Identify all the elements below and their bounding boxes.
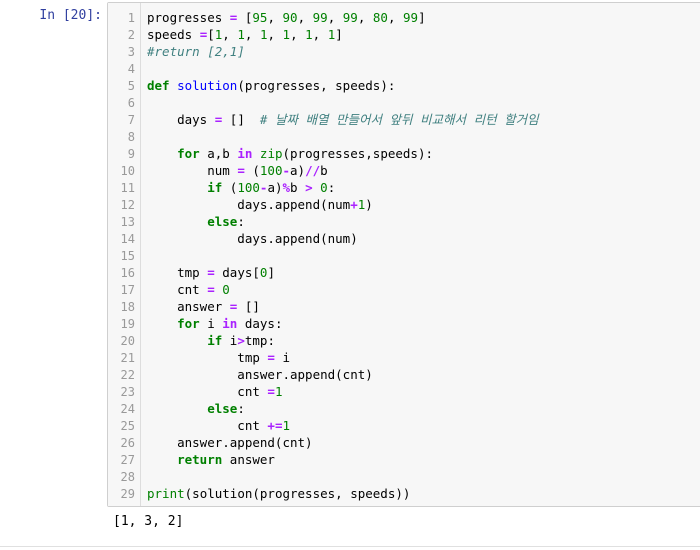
line-number: 19: [120, 317, 135, 331]
code-line[interactable]: 5 def solution(progresses, speeds):: [108, 77, 700, 94]
code-line[interactable]: 4: [108, 60, 700, 77]
line-number: 16: [120, 266, 135, 280]
code-line[interactable]: 29 print(solution(progresses, speeds)): [108, 485, 700, 502]
line-number: 29: [120, 487, 135, 501]
line-number: 12: [120, 198, 135, 212]
line-number: 2: [127, 28, 135, 42]
code-line[interactable]: 17 cnt = 0: [108, 281, 700, 298]
line-number: 7: [127, 113, 135, 127]
code-line[interactable]: 20 if i>tmp:: [108, 332, 700, 349]
code-cell[interactable]: 1 progresses = [95, 90, 99, 99, 80, 99] 2…: [107, 2, 700, 507]
code-line[interactable]: 25 cnt +=1: [108, 417, 700, 434]
code-line[interactable]: 8: [108, 128, 700, 145]
code-line[interactable]: 19 for i in days:: [108, 315, 700, 332]
code-line[interactable]: 1 progresses = [95, 90, 99, 99, 80, 99]: [108, 9, 700, 26]
line-number: 13: [120, 215, 135, 229]
code-line[interactable]: 16 tmp = days[0]: [108, 264, 700, 281]
code-line[interactable]: 26 answer.append(cnt): [108, 434, 700, 451]
code-line[interactable]: 14 days.append(num): [108, 230, 700, 247]
line-number: 27: [120, 453, 135, 467]
line-number: 18: [120, 300, 135, 314]
code-line[interactable]: 6: [108, 94, 700, 111]
line-number: 9: [127, 147, 135, 161]
code-line[interactable]: 13 else:: [108, 213, 700, 230]
code-line[interactable]: 18 answer = []: [108, 298, 700, 315]
line-number: 26: [120, 436, 135, 450]
line-number: 21: [120, 351, 135, 365]
line-number: 10: [120, 164, 135, 178]
line-number: 4: [127, 62, 135, 76]
line-number: 17: [120, 283, 135, 297]
code-line[interactable]: 27 return answer: [108, 451, 700, 468]
code-line[interactable]: 7 days = [] # 날짜 배열 만들어서 앞뒤 비교해서 리턴 할거임: [108, 111, 700, 128]
cell-divider: [0, 546, 700, 547]
code-line[interactable]: 15: [108, 247, 700, 264]
line-number: 22: [120, 368, 135, 382]
line-number: 14: [120, 232, 135, 246]
line-number: 1: [127, 11, 135, 25]
line-number: 20: [120, 334, 135, 348]
line-number: 6: [127, 96, 135, 110]
code-line[interactable]: 24 else:: [108, 400, 700, 417]
code-line[interactable]: 28: [108, 468, 700, 485]
line-number: 25: [120, 419, 135, 433]
code-line[interactable]: 2 speeds =[1, 1, 1, 1, 1, 1]: [108, 26, 700, 43]
line-number: 8: [127, 130, 135, 144]
cell-output: [1, 3, 2]: [113, 514, 184, 529]
code-line[interactable]: 9 for a,b in zip(progresses,speeds):: [108, 145, 700, 162]
line-number: 3: [127, 45, 135, 59]
line-number: 11: [120, 181, 135, 195]
line-number: 23: [120, 385, 135, 399]
line-number: 15: [120, 249, 135, 263]
code-line[interactable]: 22 answer.append(cnt): [108, 366, 700, 383]
code-line[interactable]: 10 num = (100-a)//b: [108, 162, 700, 179]
line-number: 28: [120, 470, 135, 484]
cell-prompt: In [20]:: [39, 8, 102, 23]
code-line[interactable]: 12 days.append(num+1): [108, 196, 700, 213]
code-line[interactable]: 21 tmp = i: [108, 349, 700, 366]
code-editor[interactable]: 1 progresses = [95, 90, 99, 99, 80, 99] 2…: [108, 9, 700, 502]
code-line[interactable]: 3 #return [2,1]: [108, 43, 700, 60]
code-line[interactable]: 11 if (100-a)%b > 0:: [108, 179, 700, 196]
code-line[interactable]: 23 cnt =1: [108, 383, 700, 400]
line-number: 24: [120, 402, 135, 416]
line-number: 5: [127, 79, 135, 93]
